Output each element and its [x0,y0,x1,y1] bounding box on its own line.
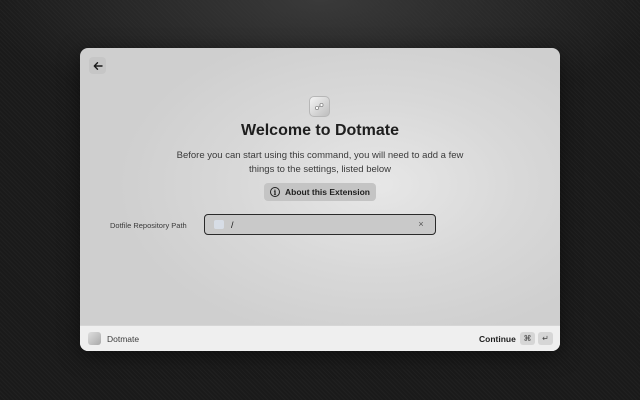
footer-extension-name: Dotmate [107,334,140,344]
info-icon: i [270,187,280,197]
dotfile-path-input[interactable] [204,214,436,235]
dotmate-icon [309,96,330,117]
action-bar: Dotmate Continue ⌘ ↵ [80,325,560,351]
arrow-left-icon [93,61,103,70]
about-extension-button[interactable]: i About this Extension [264,183,376,201]
return-key-icon: ↵ [538,332,553,345]
back-button[interactable] [89,57,106,74]
page-title: Welcome to Dotmate [241,122,399,139]
extension-setup-window: Welcome to Dotmate Before you can start … [80,48,560,351]
extension-icon [88,332,101,345]
continue-button[interactable]: Continue [479,334,516,344]
dotfile-path-label: Dotfile Repository Path [110,221,187,230]
clear-icon[interactable]: × [415,218,427,230]
folder-icon [214,220,224,229]
page-description: Before you can start using this command,… [176,150,464,175]
about-extension-label: About this Extension [285,187,370,197]
command-key-icon: ⌘ [520,332,535,345]
